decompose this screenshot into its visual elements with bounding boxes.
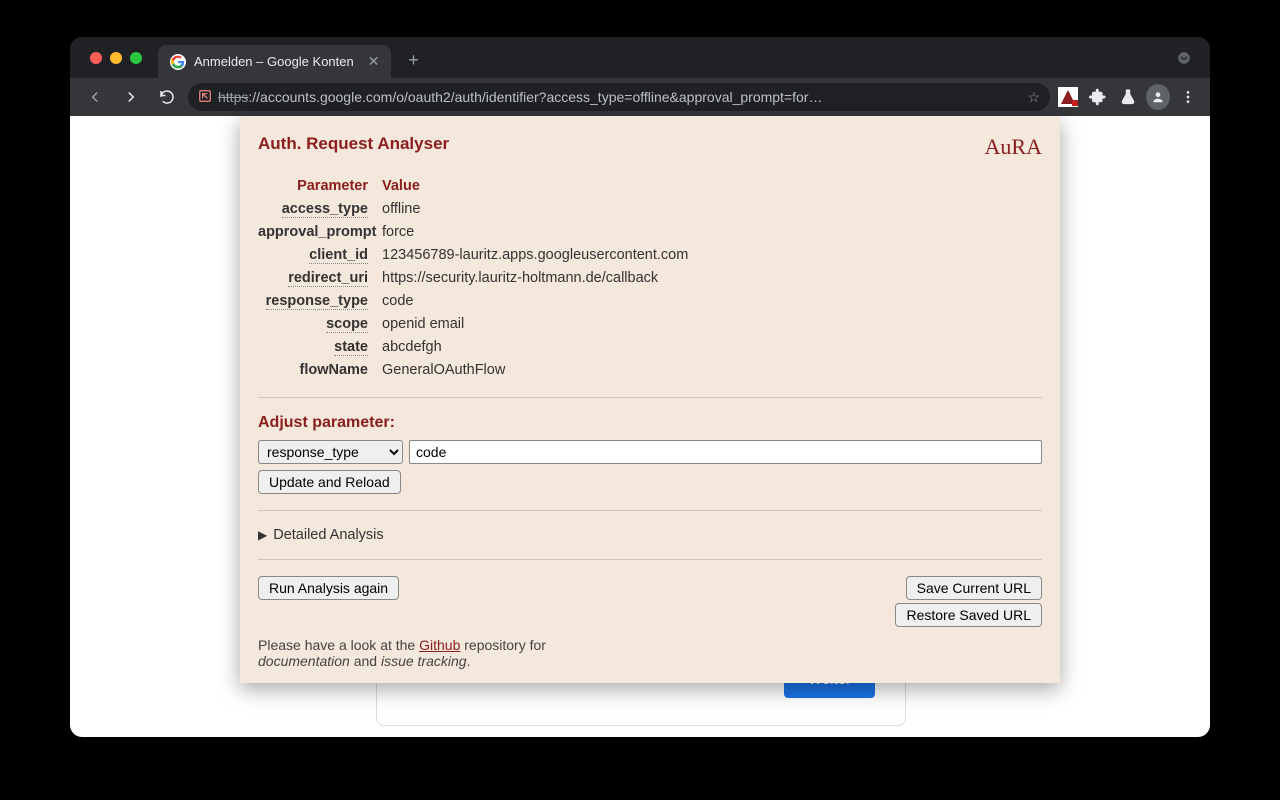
param-row: client_id 123456789-lauritz.apps.googleus… [258,243,1042,266]
back-button[interactable] [80,82,110,112]
param-value: GeneralOAuthFlow [382,362,1042,378]
param-value: openid email [382,316,1042,332]
param-row: approval_prompt force [258,220,1042,243]
footer-note: Please have a look at the Github reposit… [258,637,1042,669]
param-name: client_id [309,247,368,264]
divider [258,559,1042,560]
bookmark-star-icon[interactable]: ☆ [1027,89,1040,106]
detailed-analysis-toggle[interactable]: ▶ Detailed Analysis [258,527,1042,543]
github-link[interactable]: Github [419,637,460,653]
header-parameter: Parameter [258,178,382,194]
param-row: state abcdefgh [258,335,1042,358]
param-name: access_type [282,201,368,218]
window-menu-icon[interactable] [1172,46,1196,70]
close-window-icon[interactable] [90,52,102,64]
reload-button[interactable] [152,82,182,112]
detailed-analysis-label: Detailed Analysis [273,527,383,543]
param-value: abcdefgh [382,339,1042,355]
run-analysis-button[interactable]: Run Analysis again [258,576,399,600]
window-controls [90,52,142,64]
new-tab-button[interactable]: + [399,47,427,75]
titlebar: Anmelden – Google Konten ✕ + [70,37,1210,78]
save-url-button[interactable]: Save Current URL [906,576,1042,600]
parameter-select[interactable]: response_type [258,440,403,464]
param-row: scope openid email [258,312,1042,335]
close-tab-icon[interactable]: ✕ [368,53,380,70]
page-content: Weiter Auth. Request Analyser AuRA Param… [70,116,1210,737]
param-name: state [334,339,368,356]
disclosure-triangle-icon: ▶ [258,528,267,542]
param-value: code [382,293,1042,309]
forward-button[interactable] [116,82,146,112]
labs-icon[interactable] [1116,85,1140,109]
browser-tab[interactable]: Anmelden – Google Konten ✕ [158,45,391,78]
not-secure-icon [198,89,212,106]
aura-logo: AuRA [985,134,1042,160]
param-value: force [382,224,1042,240]
url-text: https://accounts.google.com/o/oauth2/aut… [218,89,822,105]
maximize-window-icon[interactable] [130,52,142,64]
header-value: Value [382,178,1042,194]
adjust-title: Adjust parameter: [258,414,1042,432]
param-row: access_type offline [258,197,1042,220]
param-name: redirect_uri [288,270,368,287]
parameter-table: Parameter Value access_type offline approv… [258,174,1042,381]
param-row: redirect_uri https://security.lauritz-hol… [258,266,1042,289]
param-row: response_type code [258,289,1042,312]
browser-window: Anmelden – Google Konten ✕ + https://acc… [70,37,1210,737]
param-name: flowName [300,362,369,378]
profile-icon[interactable] [1146,85,1170,109]
toolbar: https://accounts.google.com/o/oauth2/aut… [70,78,1210,116]
tab-title: Anmelden – Google Konten [194,54,354,69]
param-name: scope [326,316,368,333]
minimize-window-icon[interactable] [110,52,122,64]
address-bar[interactable]: https://accounts.google.com/o/oauth2/aut… [188,83,1050,111]
aura-extension-icon[interactable] [1056,85,1080,109]
google-favicon [170,54,186,70]
extensions-icon[interactable] [1086,85,1110,109]
param-name: response_type [266,293,368,310]
restore-url-button[interactable]: Restore Saved URL [895,603,1042,627]
aura-popup: Auth. Request Analyser AuRA Parameter Va… [240,116,1060,683]
parameter-value-input[interactable] [409,440,1042,464]
param-value: 123456789-lauritz.apps.googleusercontent… [382,247,1042,263]
param-name: approval_prompt [258,224,376,240]
divider [258,397,1042,398]
divider [258,510,1042,511]
popup-title: Auth. Request Analyser [258,134,449,154]
param-value: https://security.lauritz-holtmann.de/cal… [382,270,1042,286]
adjust-section: Adjust parameter: response_type Update a… [258,414,1042,494]
param-row: flowName GeneralOAuthFlow [258,358,1042,381]
menu-icon[interactable] [1176,85,1200,109]
update-reload-button[interactable]: Update and Reload [258,470,401,494]
param-value: offline [382,201,1042,217]
